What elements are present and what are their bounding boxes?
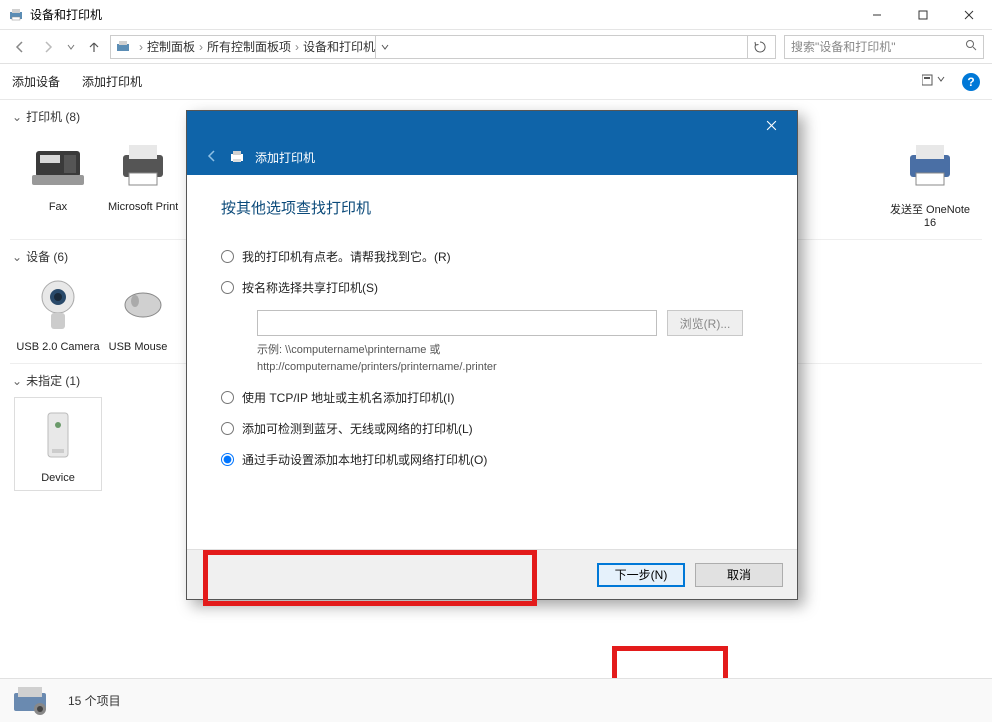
dialog-titlebar [187,111,797,139]
printer-icon [229,149,245,165]
refresh-button[interactable] [747,36,771,58]
option-label: 通过手动设置添加本地打印机或网络打印机(O) [242,451,487,468]
device-label: Fax [14,201,102,213]
minimize-button[interactable] [854,0,900,30]
printer-item[interactable]: Microsoft Print to PDF [108,133,178,229]
dialog-title: 添加打印机 [255,149,315,166]
window-titlebar: 设备和打印机 [0,0,992,30]
unspecified-label: 未指定 (1) [26,372,80,389]
crumb-3[interactable]: 设备和打印机 [303,38,375,55]
example-text: 示例: \\computername\printername 或 http://… [257,342,763,375]
address-dropdown[interactable] [375,36,393,58]
search-input[interactable]: 搜索"设备和打印机" [784,35,984,59]
cancel-button[interactable]: 取消 [695,563,783,587]
generic-device-icon [26,404,90,468]
crumb-2[interactable]: 所有控制面板项 [207,38,291,55]
option-manual[interactable]: 通过手动设置添加本地打印机或网络打印机(O) [221,451,763,468]
view-options-button[interactable] [922,73,946,90]
printer-item[interactable]: 发送至 OneNote 16 [886,133,974,229]
search-icon [965,39,977,54]
location-icon [115,39,131,55]
option-label: 添加可检测到蓝牙、无线或网络的打印机(L) [242,420,473,437]
help-icon[interactable]: ? [962,73,980,91]
command-bar: 添加设备 添加打印机 ? [0,64,992,100]
option-shared-name[interactable]: 按名称选择共享打印机(S) [221,279,763,296]
chevron-down-icon: ⌄ [12,374,22,388]
up-button[interactable] [82,35,106,59]
printer-icon [111,133,175,197]
device-label: Device [15,472,101,484]
device-label: 发送至 OneNote 16 [886,201,974,229]
option-label: 使用 TCP/IP 地址或主机名添加打印机(I) [242,389,454,406]
device-item[interactable]: Device [14,397,102,491]
option-tcpip[interactable]: 使用 TCP/IP 地址或主机名添加打印机(I) [221,389,763,406]
close-button[interactable] [946,0,992,30]
maximize-button[interactable] [900,0,946,30]
chevron-down-icon: ⌄ [12,250,22,264]
browse-button[interactable]: 浏览(R)... [667,310,743,336]
content-area: ⌄ 打印机 (8) Fax Microsoft Print to PDF 发送至… [0,100,992,678]
forward-button[interactable] [36,35,60,59]
option-older-printer[interactable]: 我的打印机有点老。请帮我找到它。(R) [221,248,763,265]
mouse-icon [108,273,172,337]
radio-manual[interactable] [221,453,234,466]
recent-dropdown[interactable] [64,35,78,59]
camera-icon [26,273,90,337]
devices-label: 设备 (6) [26,248,68,265]
item-count: 15 个项目 [68,692,121,709]
address-bar-row: › 控制面板 › 所有控制面板项 › 设备和打印机 搜索"设备和打印机" [0,30,992,64]
crumb-1[interactable]: 控制面板 [147,38,195,55]
dialog-body: 按其他选项查找打印机 我的打印机有点老。请帮我找到它。(R) 按名称选择共享打印… [187,175,797,492]
printer-icon [898,133,962,197]
annotation-highlight [612,646,728,678]
printers-label: 打印机 (8) [26,108,80,125]
option-label: 我的打印机有点老。请帮我找到它。(R) [242,248,451,265]
device-label: USB 2.0 Camera [14,341,102,353]
option-bluetooth[interactable]: 添加可检测到蓝牙、无线或网络的打印机(L) [221,420,763,437]
address-bar[interactable]: › 控制面板 › 所有控制面板项 › 设备和打印机 [110,35,776,59]
radio-bt[interactable] [221,422,234,435]
radio-older[interactable] [221,250,234,263]
radio-tcpip[interactable] [221,391,234,404]
option-label: 按名称选择共享打印机(S) [242,279,378,296]
dialog-footer: 下一步(N) 取消 [187,549,797,599]
devices-icon [10,685,50,717]
device-label: USB Mouse [108,341,168,353]
device-item[interactable]: USB Mouse [108,273,168,353]
dialog-back-button[interactable] [205,149,219,166]
add-printer-button[interactable]: 添加打印机 [82,73,142,90]
dialog-close-button[interactable] [751,112,791,138]
next-button[interactable]: 下一步(N) [597,563,685,587]
dialog-header: 添加打印机 [187,139,797,175]
window-title: 设备和打印机 [30,6,102,23]
search-placeholder: 搜索"设备和打印机" [791,38,896,55]
device-label: Microsoft Print to PDF [108,201,178,213]
status-bar: 15 个项目 [0,678,992,722]
back-button[interactable] [8,35,32,59]
device-item[interactable]: USB 2.0 Camera [14,273,102,353]
devices-printers-icon [8,7,24,23]
add-printer-dialog: 添加打印机 按其他选项查找打印机 我的打印机有点老。请帮我找到它。(R) 按名称… [186,110,798,600]
radio-shared[interactable] [221,281,234,294]
chevron-down-icon: ⌄ [12,110,22,124]
shared-name-input[interactable] [257,310,657,336]
printer-item[interactable]: Fax [14,133,102,229]
dialog-heading: 按其他选项查找打印机 [221,197,763,218]
fax-icon [26,133,90,197]
add-device-button[interactable]: 添加设备 [12,73,60,90]
